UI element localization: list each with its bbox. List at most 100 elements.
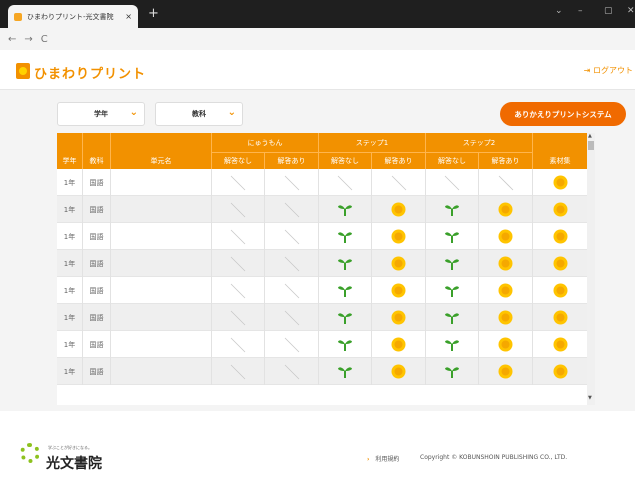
slash-icon xyxy=(265,223,319,250)
scroll-up-arrow[interactable]: ▲ xyxy=(588,133,592,139)
slash-icon xyxy=(212,277,265,304)
header-nyumon-no-answer: 解答なし xyxy=(212,153,265,169)
tab-title: ひまわりプリント-光文書院 xyxy=(27,12,114,21)
table-row: 1年 国語 xyxy=(57,223,587,250)
slash-icon xyxy=(212,223,265,250)
sunflower-icon[interactable] xyxy=(372,331,426,358)
header-nyumon-with-answer: 解答あり xyxy=(265,153,319,169)
sprout-icon[interactable] xyxy=(319,331,372,358)
sunflower-icon[interactable] xyxy=(479,196,533,223)
slash-icon xyxy=(319,169,372,196)
sprout-icon[interactable] xyxy=(426,304,479,331)
sunflower-icon[interactable] xyxy=(533,196,587,223)
back-icon[interactable]: ← xyxy=(8,34,16,45)
print-system-button[interactable]: ありかえりプリントシステム xyxy=(500,102,626,126)
scroll-thumb[interactable] xyxy=(588,141,594,150)
sunflower-icon[interactable] xyxy=(533,358,587,385)
cell-grade: 1年 xyxy=(57,250,83,277)
sunflower-icon[interactable] xyxy=(533,223,587,250)
sunflower-icon[interactable] xyxy=(372,250,426,277)
sunflower-icon[interactable] xyxy=(533,277,587,304)
cell-subject: 国語 xyxy=(83,358,111,385)
chevron-down-icon: ⌄ xyxy=(227,107,236,118)
browser-tab[interactable]: ひまわりプリント-光文書院 × xyxy=(8,5,138,28)
cell-unit xyxy=(111,196,212,223)
sunflower-icon[interactable] xyxy=(479,223,533,250)
sunflower-icon[interactable] xyxy=(479,304,533,331)
sunflower-logo-icon xyxy=(16,63,30,79)
cell-subject: 国語 xyxy=(83,223,111,250)
grade-select[interactable]: 学年 ⌄ xyxy=(57,102,145,126)
slash-icon xyxy=(212,169,265,196)
sunflower-icon[interactable] xyxy=(533,250,587,277)
sprout-icon[interactable] xyxy=(319,304,372,331)
sprout-icon[interactable] xyxy=(426,196,479,223)
cell-grade: 1年 xyxy=(57,304,83,331)
cell-subject: 国語 xyxy=(83,277,111,304)
sunflower-icon[interactable] xyxy=(372,358,426,385)
sunflower-icon[interactable] xyxy=(479,277,533,304)
chevron-right-icon: › xyxy=(367,456,370,463)
new-tab-button[interactable]: + xyxy=(148,7,159,20)
sunflower-icon[interactable] xyxy=(533,331,587,358)
sprout-icon[interactable] xyxy=(426,250,479,277)
sunflower-icon[interactable] xyxy=(372,304,426,331)
sprout-icon[interactable] xyxy=(319,250,372,277)
sprout-icon[interactable] xyxy=(426,223,479,250)
cell-subject: 国語 xyxy=(83,196,111,223)
slash-icon xyxy=(265,304,319,331)
sunflower-icon[interactable] xyxy=(479,331,533,358)
cell-grade: 1年 xyxy=(57,223,83,250)
sunflower-icon[interactable] xyxy=(479,358,533,385)
reload-icon[interactable]: C xyxy=(41,34,48,45)
cell-grade: 1年 xyxy=(57,277,83,304)
header-step1-no-answer: 解答なし xyxy=(319,153,372,169)
scroll-down-arrow[interactable]: ▼ xyxy=(588,395,592,401)
subject-select-label: 教科 xyxy=(192,110,206,118)
slash-icon xyxy=(265,250,319,277)
table-scrollbar[interactable] xyxy=(587,133,595,405)
cell-grade: 1年 xyxy=(57,169,83,196)
copyright: Copyright © KOBUNSHOIN PUBLISHING CO., L… xyxy=(420,454,568,461)
sunflower-icon[interactable] xyxy=(372,277,426,304)
terms-link[interactable]: › 利用規約 xyxy=(367,454,399,463)
slash-icon xyxy=(212,250,265,277)
sprout-icon[interactable] xyxy=(426,358,479,385)
sprout-icon[interactable] xyxy=(426,331,479,358)
slash-icon xyxy=(212,358,265,385)
logout-label: ログアウト xyxy=(593,66,633,75)
maximize-button[interactable]: ▢ xyxy=(604,6,613,16)
sprout-icon[interactable] xyxy=(319,223,372,250)
sprout-icon[interactable] xyxy=(319,196,372,223)
footer-logo[interactable]: 光文書院 xyxy=(46,453,102,473)
tab-close-button[interactable]: × xyxy=(125,12,132,21)
logout-link[interactable]: ⇥ ログアウト xyxy=(584,65,633,76)
app-header: ひまわりプリント ⇥ ログアウト xyxy=(0,50,635,90)
sprout-icon[interactable] xyxy=(426,277,479,304)
window-menu-icon[interactable]: ⌄ xyxy=(555,6,563,16)
page-footer: 学ぶことが好きになる。 光文書院 › 利用規約 Copyright © KOBU… xyxy=(0,411,635,483)
table-row: 1年 国語 xyxy=(57,304,587,331)
sprout-icon[interactable] xyxy=(319,358,372,385)
forward-icon[interactable]: → xyxy=(24,34,32,45)
subject-select[interactable]: 教科 ⌄ xyxy=(155,102,243,126)
cell-grade: 1年 xyxy=(57,331,83,358)
table-row: 1年 国語 xyxy=(57,250,587,277)
close-window-button[interactable]: ✕ xyxy=(627,6,635,16)
cell-unit xyxy=(111,331,212,358)
table-row: 1年 国語 xyxy=(57,331,587,358)
app-logo[interactable]: ひまわりプリント xyxy=(34,63,146,82)
print-table: 学年 教科 単元名 にゅうもん ステップ1 ステップ2 素材集 解答なし 解答あ… xyxy=(57,133,595,405)
minimize-button[interactable]: – xyxy=(578,6,583,16)
sunflower-icon[interactable] xyxy=(533,169,587,196)
cell-subject: 国語 xyxy=(83,331,111,358)
chevron-down-icon: ⌄ xyxy=(129,107,138,118)
browser-navbar: ← → C xyxy=(0,28,635,50)
sunflower-icon[interactable] xyxy=(533,304,587,331)
sunflower-icon[interactable] xyxy=(479,250,533,277)
cell-unit xyxy=(111,223,212,250)
cell-unit xyxy=(111,277,212,304)
sunflower-icon[interactable] xyxy=(372,196,426,223)
sunflower-icon[interactable] xyxy=(372,223,426,250)
sprout-icon[interactable] xyxy=(319,277,372,304)
